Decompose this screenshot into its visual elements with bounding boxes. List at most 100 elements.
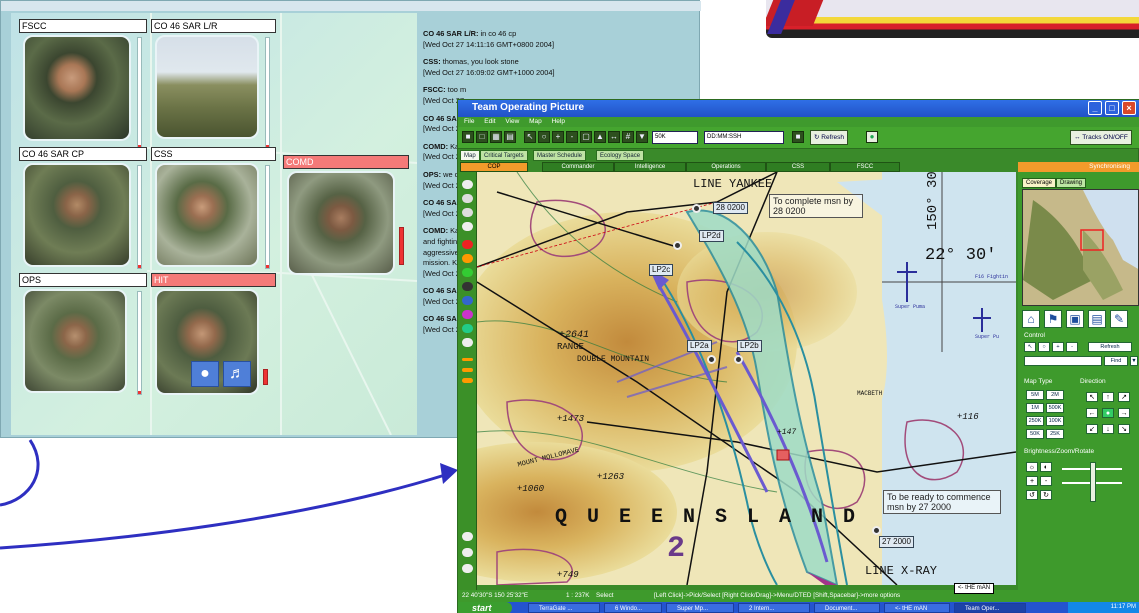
direction-ne-icon[interactable]: ↗ bbox=[1118, 392, 1130, 402]
tab-cop[interactable]: COP bbox=[460, 162, 528, 172]
direction-s-icon[interactable]: ↓ bbox=[1102, 424, 1114, 434]
layers-icon[interactable]: ▲ bbox=[594, 131, 606, 143]
tab-operations[interactable]: Operations bbox=[686, 162, 766, 172]
tab-drawing[interactable]: Drawing bbox=[1056, 178, 1087, 188]
direction-sw-icon[interactable]: ↙ bbox=[1086, 424, 1098, 434]
refresh-button[interactable]: ↻ Refresh bbox=[810, 130, 849, 145]
measure-icon[interactable]: ↔ bbox=[608, 131, 620, 143]
save-icon[interactable]: ▦ bbox=[490, 131, 502, 143]
menu-help[interactable]: Help bbox=[552, 118, 565, 125]
tracks-toggle-button[interactable]: ↔ Tracks ON/OFF bbox=[1070, 130, 1132, 145]
map-type-button[interactable]: 250K bbox=[1026, 416, 1044, 426]
print-map-icon[interactable]: ▤ bbox=[1088, 310, 1106, 328]
find-input[interactable] bbox=[1024, 356, 1102, 366]
tab-critical-targets[interactable]: Critical Targets bbox=[480, 150, 528, 161]
map-type-button[interactable]: 5M bbox=[1026, 390, 1044, 400]
color-white-icon[interactable] bbox=[462, 338, 473, 347]
zoom-out-icon[interactable]: - bbox=[566, 131, 578, 143]
minimize-button[interactable]: _ bbox=[1088, 101, 1102, 115]
taskbar-item[interactable]: Document... bbox=[814, 603, 880, 613]
pan-icon[interactable]: ○ bbox=[538, 131, 550, 143]
map-type-button[interactable]: 500K bbox=[1046, 403, 1064, 413]
taskbar-item[interactable]: 2 Intern... bbox=[738, 603, 810, 613]
map-type-button[interactable]: 100K bbox=[1046, 416, 1064, 426]
zoom-in-icon[interactable]: + bbox=[552, 131, 564, 143]
zoom-tool-icon[interactable]: + bbox=[1052, 342, 1064, 352]
color-blue-icon[interactable] bbox=[462, 296, 473, 305]
delete-tool-icon[interactable] bbox=[462, 564, 473, 573]
maximize-button[interactable]: □ bbox=[1105, 101, 1119, 115]
brush-tool-icon[interactable] bbox=[462, 208, 473, 217]
taskbar-item[interactable]: 6 Windo... bbox=[604, 603, 662, 613]
rotate-left-icon[interactable]: ↺ bbox=[1026, 490, 1038, 500]
grid-icon[interactable]: # bbox=[622, 131, 634, 143]
print-icon[interactable]: ▤ bbox=[504, 131, 516, 143]
zoom-in-small-icon[interactable]: + bbox=[1026, 476, 1038, 486]
color-orange-icon[interactable] bbox=[462, 254, 473, 263]
line-width-1-icon[interactable] bbox=[462, 358, 473, 361]
direction-se-icon[interactable]: ↘ bbox=[1118, 424, 1130, 434]
mission-annotation[interactable]: To be ready to commence msn by 27 2000 bbox=[883, 490, 1001, 514]
route-point[interactable] bbox=[702, 350, 721, 369]
symbol-tool-icon[interactable] bbox=[462, 532, 473, 541]
start-button[interactable]: start bbox=[458, 602, 512, 613]
taskbar-item[interactable]: TerraGate ... bbox=[528, 603, 600, 613]
direction-nw-icon[interactable]: ↖ bbox=[1086, 392, 1098, 402]
tab-intelligence[interactable]: Intelligence bbox=[614, 162, 686, 172]
color-purple-icon[interactable] bbox=[462, 310, 473, 319]
map-type-button[interactable]: 50K bbox=[1026, 429, 1044, 439]
tab-commander[interactable]: Commander bbox=[542, 162, 614, 172]
taskbar-item[interactable]: Super Mp... bbox=[666, 603, 734, 613]
tab-ecology-space[interactable]: Ecology Space bbox=[596, 150, 645, 161]
text-tool-icon[interactable] bbox=[462, 548, 473, 557]
direction-e-icon[interactable]: → bbox=[1118, 408, 1130, 418]
taskbar-item-active[interactable]: Team Oper... bbox=[954, 603, 1026, 613]
tab-map[interactable]: Map bbox=[460, 150, 480, 161]
zoom-box-icon[interactable]: ▢ bbox=[580, 131, 592, 143]
map-type-button[interactable]: 1M bbox=[1026, 403, 1044, 413]
select-tool-icon[interactable] bbox=[462, 180, 473, 189]
menu-map[interactable]: Map bbox=[529, 118, 542, 125]
zoom-out-tool-icon[interactable]: - bbox=[1066, 342, 1078, 352]
eraser-tool-icon[interactable] bbox=[462, 222, 473, 231]
zoom-out-small-icon[interactable]: - bbox=[1040, 476, 1052, 486]
draw-icon[interactable]: ✎ bbox=[1110, 310, 1128, 328]
pointer-tool-icon[interactable]: ↖ bbox=[1024, 342, 1036, 352]
scale-select[interactable]: 50K bbox=[652, 131, 698, 144]
find-button[interactable]: Find bbox=[1104, 356, 1128, 366]
tab-master-schedule[interactable]: Master Schedule bbox=[533, 150, 587, 161]
flag-icon[interactable]: ⚑ bbox=[1044, 310, 1062, 328]
control-refresh-button[interactable]: Refresh bbox=[1088, 342, 1132, 352]
pan-tool-icon[interactable]: ○ bbox=[1038, 342, 1050, 352]
brightness-icon[interactable]: ☼ bbox=[1026, 462, 1038, 472]
tab-css[interactable]: CSS bbox=[766, 162, 830, 172]
direction-center-icon[interactable]: ● bbox=[1102, 408, 1114, 418]
color-green-icon[interactable] bbox=[462, 268, 473, 277]
home-icon[interactable]: ⌂ bbox=[1022, 310, 1040, 328]
rotate-slider-handle[interactable] bbox=[1090, 462, 1096, 502]
route-point[interactable] bbox=[687, 199, 706, 218]
overview-map[interactable] bbox=[1022, 189, 1139, 306]
color-teal-icon[interactable] bbox=[462, 324, 473, 333]
direction-n-icon[interactable]: ↑ bbox=[1102, 392, 1114, 402]
line-width-3-icon[interactable] bbox=[462, 378, 473, 383]
map-type-button[interactable]: 25K bbox=[1046, 429, 1064, 439]
color-red-icon[interactable] bbox=[462, 240, 473, 249]
mission-annotation[interactable]: To complete msn by 28 0200 bbox=[769, 194, 863, 218]
map-view[interactable]: LINE YANKEE LINE X-RAY Q U E E N S L A N… bbox=[477, 172, 1016, 585]
pen-tool-icon[interactable] bbox=[462, 194, 473, 203]
color-black-icon[interactable] bbox=[462, 282, 473, 291]
menu-file[interactable]: File bbox=[464, 118, 474, 125]
layers-toggle-icon[interactable]: ■ bbox=[792, 131, 804, 143]
find-dropdown-icon[interactable]: ▼ bbox=[1130, 356, 1138, 366]
coord-format-select[interactable]: DD:MM:SSH bbox=[704, 131, 784, 144]
route-point[interactable] bbox=[668, 236, 687, 255]
line-width-2-icon[interactable] bbox=[462, 368, 473, 372]
close-button[interactable]: × bbox=[1122, 101, 1136, 115]
direction-w-icon[interactable]: ← bbox=[1086, 408, 1098, 418]
new-icon[interactable]: ■ bbox=[462, 131, 474, 143]
route-point[interactable] bbox=[729, 350, 748, 369]
bookmark-icon[interactable]: ▣ bbox=[1066, 310, 1084, 328]
camera-icon[interactable]: ● bbox=[866, 131, 878, 143]
menu-edit[interactable]: Edit bbox=[484, 118, 495, 125]
